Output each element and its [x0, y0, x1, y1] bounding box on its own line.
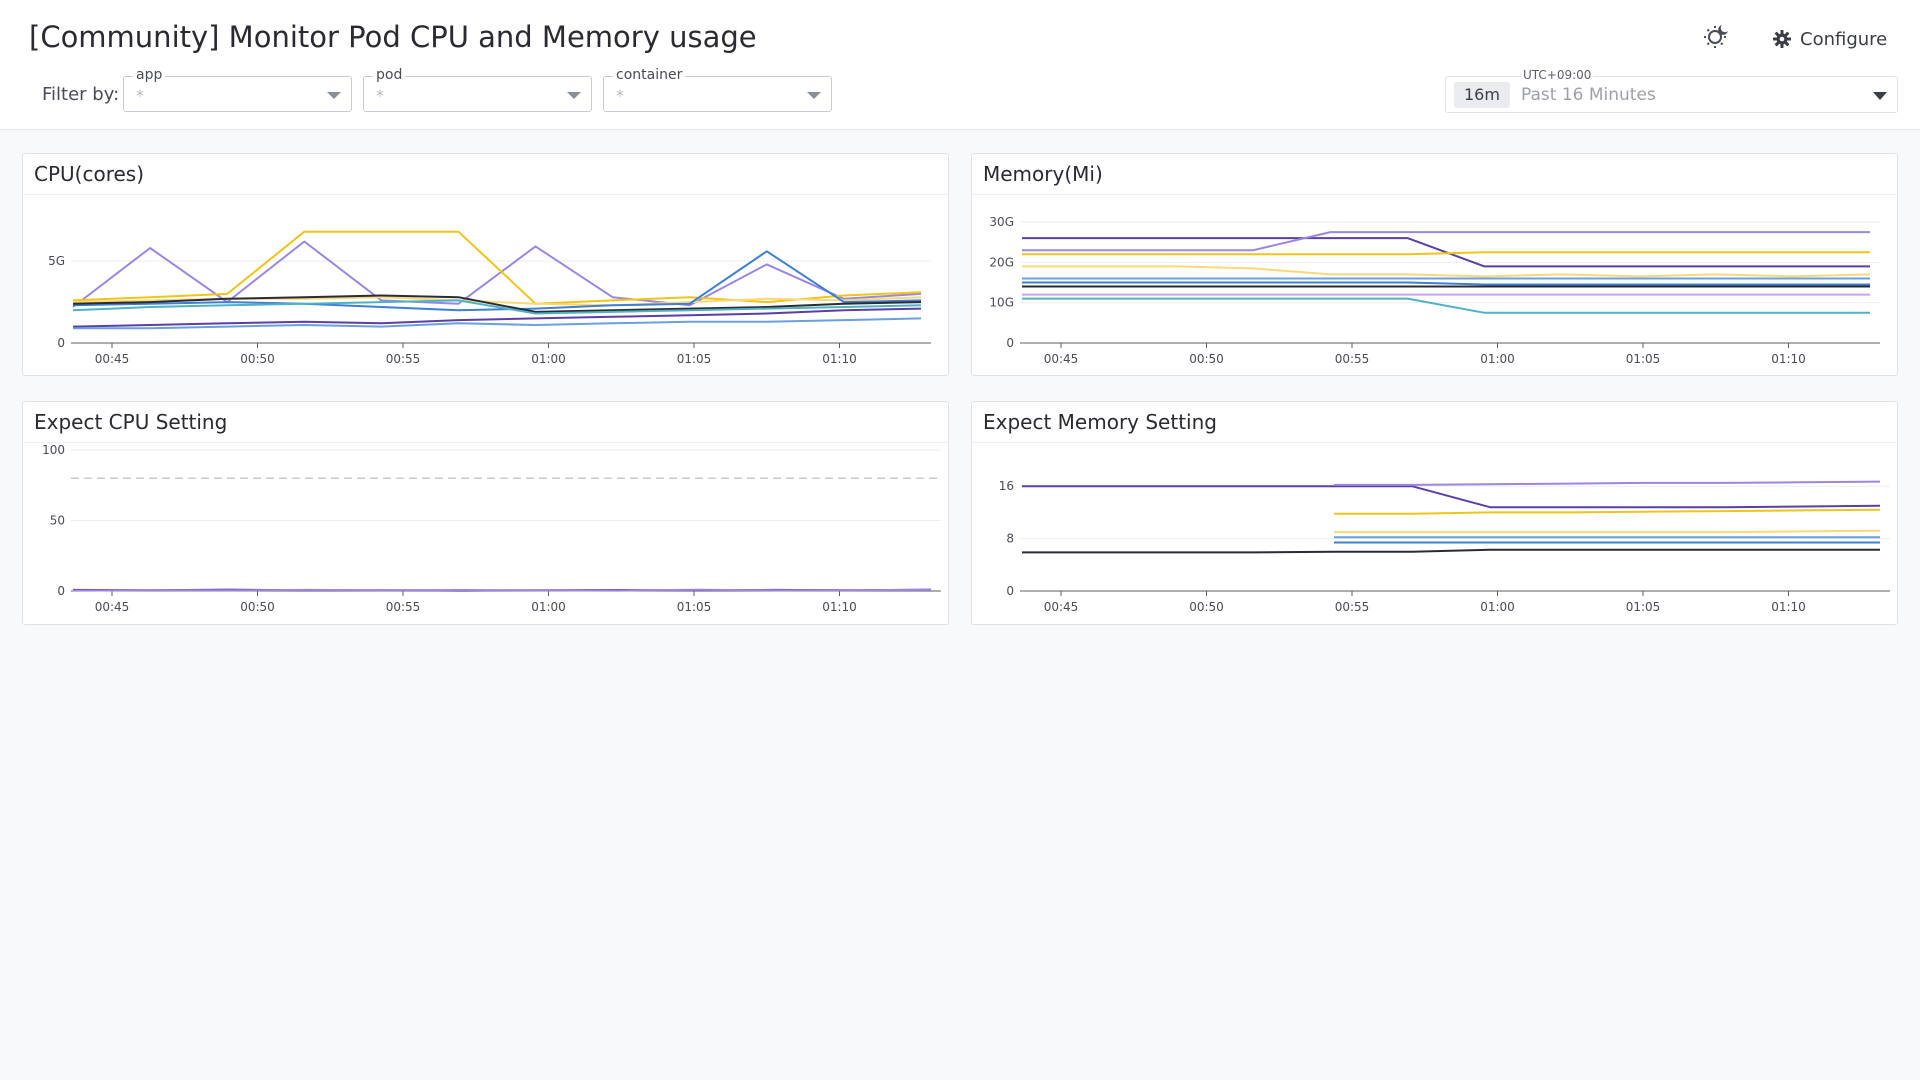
x-tick-label: 00:50 [240, 600, 275, 614]
y-tick-label: 50 [50, 514, 65, 528]
x-tick-label: 01:10 [822, 352, 857, 366]
series-line [1022, 548, 1880, 554]
x-tick-label: 00:55 [1335, 352, 1370, 366]
x-tick-label: 01:00 [1480, 352, 1515, 366]
x-tick-label: 01:00 [531, 600, 566, 614]
time-range-short: 16m [1454, 82, 1510, 108]
series-line [1022, 265, 1871, 278]
chevron-down-icon [327, 92, 341, 99]
y-tick-label: 16 [999, 479, 1014, 493]
x-tick-label: 00:45 [1044, 352, 1079, 366]
series-line [1022, 231, 1870, 252]
x-tick-label: 00:50 [240, 352, 275, 366]
filter-app-label: app [133, 67, 166, 83]
y-tick-label: 8 [1006, 532, 1014, 546]
x-tick-label: 01:00 [531, 352, 566, 366]
series-line [1334, 480, 1881, 486]
y-tick-label: 5G [48, 254, 65, 268]
cpu-cores-panel: CPU(cores) 0 5G 00:45 00:50 00:55 01:00 01:05 0… [22, 153, 949, 376]
x-tick-label: 01:05 [677, 352, 712, 366]
x-tick-label: 00:55 [386, 352, 421, 366]
x-tick-label: 01:00 [1480, 600, 1515, 614]
dashboard-header: [Community] Monitor Pod CPU and Memory u… [0, 0, 1920, 130]
x-tick-label: 00:55 [386, 600, 421, 614]
y-tick-label: 10G [989, 296, 1014, 310]
x-tick-label: 00:55 [1335, 600, 1370, 614]
filter-container-select[interactable]: container * [603, 67, 832, 112]
y-tick-label: 30G [989, 215, 1014, 229]
expect-cpu-chart[interactable]: 0 50 100 00:45 00:50 00:55 01:00 01:05 01:10 [23, 402, 950, 626]
memory-chart[interactable]: 0 10G 20G 30G 00:45 00:50 00:55 01:00 01:05 01:10 [972, 154, 1899, 377]
x-tick-label: 01:10 [1771, 352, 1806, 366]
y-tick-label: 20G [989, 255, 1014, 269]
y-tick-label: 0 [1006, 336, 1014, 350]
filter-container-value: * [616, 86, 624, 105]
x-tick-label: 01:05 [1626, 600, 1661, 614]
configure-label: Configure [1800, 28, 1888, 50]
chevron-down-icon [567, 92, 581, 99]
theme-toggle-icon[interactable] [1700, 20, 1732, 52]
series-line [1022, 297, 1870, 314]
y-tick-label: 0 [57, 584, 65, 598]
x-tick-label: 00:50 [1189, 352, 1224, 366]
filter-pod-select[interactable]: pod * [363, 67, 592, 112]
x-tick-label: 00:45 [95, 600, 130, 614]
x-tick-label: 01:10 [1771, 600, 1806, 614]
filter-pod-value: * [376, 86, 384, 105]
x-tick-label: 00:45 [1044, 600, 1079, 614]
filter-app-select[interactable]: app * [123, 67, 352, 112]
filter-pod-label: pod [373, 67, 406, 83]
series-line [72, 230, 922, 305]
filter-container-label: container [613, 67, 686, 83]
series-line [72, 240, 922, 308]
filter-label: Filter by: [42, 84, 120, 105]
page-title: [Community] Monitor Pod CPU and Memory u… [29, 20, 757, 54]
y-tick-label: 100 [42, 443, 65, 457]
timezone-label: UTC+09:00 [1521, 68, 1594, 82]
chevron-down-icon [807, 92, 821, 99]
x-tick-label: 00:45 [95, 352, 130, 366]
x-tick-label: 01:05 [1626, 352, 1661, 366]
filter-app-value: * [136, 86, 144, 105]
expect-memory-chart[interactable]: 0 8 16 00:45 00:50 00:55 01:00 01:05 01:10 [972, 402, 1899, 626]
series-line [1022, 485, 1881, 509]
y-tick-label: 0 [57, 336, 65, 350]
configure-button[interactable]: Configure [1772, 24, 1887, 54]
x-tick-label: 01:05 [677, 600, 712, 614]
time-range-label: Past 16 Minutes [1521, 85, 1656, 105]
expect-memory-panel: Expect Memory Setting 0 8 16 00:45 00:50 00:5… [971, 401, 1898, 625]
expect-cpu-panel: Expect CPU Setting 0 50 100 00:45 00:50 00:55… [22, 401, 949, 625]
series-line [1022, 251, 1870, 256]
x-tick-label: 01:10 [822, 600, 857, 614]
series-line [72, 588, 932, 592]
memory-panel: Memory(Mi) 0 10G 20G 30G 00:45 00:50 00:55 01:0… [971, 153, 1898, 376]
series-line [1334, 508, 1881, 515]
series-line [1022, 281, 1870, 286]
series-line [1334, 529, 1881, 534]
cpu-cores-chart[interactable]: 0 5G 00:45 00:50 00:55 01:00 01:05 01:10 [23, 154, 950, 377]
time-range-picker[interactable]: 16m Past 16 Minutes [1445, 76, 1898, 113]
y-tick-label: 0 [1006, 584, 1014, 598]
x-tick-label: 00:50 [1189, 600, 1224, 614]
chevron-down-icon [1873, 92, 1887, 100]
gear-icon [1773, 30, 1791, 48]
